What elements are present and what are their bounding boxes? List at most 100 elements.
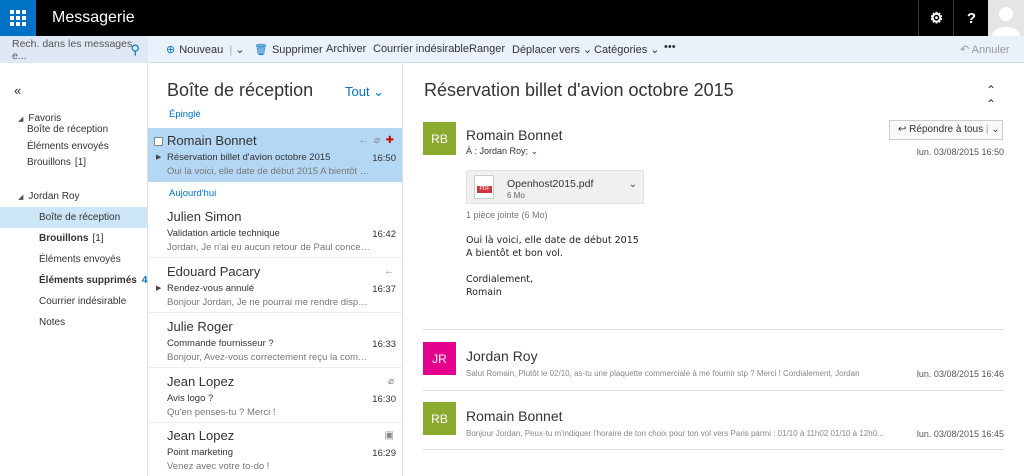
folder-drafts-label: Brouillons bbox=[39, 233, 89, 244]
list-title: Boîte de réception bbox=[167, 80, 314, 100]
avatar[interactable] bbox=[988, 0, 1024, 36]
message-item[interactable]: Romain Bonnet ← ⌀ ✚ ▶ Réservation billet… bbox=[148, 128, 402, 182]
pdf-file-icon: PDF bbox=[474, 175, 494, 199]
sender-name[interactable]: Jordan Roy bbox=[466, 348, 538, 364]
message-preview: Bonjour Jordan, Je ne pourrai me rendre … bbox=[167, 297, 372, 308]
message-preview: Bonjour, Avez-vous correctement reçu la … bbox=[167, 352, 372, 363]
plus-circle-icon: ⊕ bbox=[166, 44, 176, 56]
recipient-name[interactable]: Jordan Roy; bbox=[480, 146, 529, 156]
search-icon[interactable]: ⚲ bbox=[130, 42, 140, 58]
help-icon: ? bbox=[966, 9, 977, 27]
help-button[interactable]: ? bbox=[953, 0, 989, 36]
conversation-title: Réservation billet d'avion octobre 2015 bbox=[424, 80, 734, 100]
move-to-button[interactable]: Déplacer vers ⌄ bbox=[512, 43, 592, 56]
chevron-down-icon[interactable]: ⌄ bbox=[235, 44, 244, 56]
sender-name[interactable]: Romain Bonnet bbox=[466, 408, 563, 424]
folder-deleted[interactable]: Éléments supprimés 4 bbox=[0, 271, 147, 291]
chevron-down-icon: ⌄ bbox=[650, 44, 660, 56]
body-line: Oui là voici, elle date de début 2015 bbox=[466, 235, 639, 246]
app-title: Messagerie bbox=[52, 9, 135, 26]
group-pinned: Épinglé bbox=[169, 109, 201, 120]
chevron-down-icon[interactable]: ⌄ bbox=[629, 179, 637, 190]
message-time: 16:29 bbox=[372, 448, 396, 459]
delete-label: Supprimer bbox=[271, 44, 323, 56]
settings-button[interactable]: ⚙ bbox=[918, 0, 954, 36]
paperclip-icon: ⌀ bbox=[374, 135, 381, 146]
expand-caret-icon[interactable]: ▶ bbox=[156, 284, 161, 292]
select-checkbox[interactable] bbox=[154, 137, 163, 146]
command-bar: Rech. dans les messages e... ⚲ ⊕ Nouveau … bbox=[0, 36, 1024, 63]
attachment-card[interactable]: PDF Openhost2015.pdf 6 Mo ⌄ bbox=[466, 170, 644, 204]
reply-all-icon: ↩ bbox=[898, 124, 907, 135]
expand-recipients-icon[interactable]: ⌄ bbox=[531, 146, 539, 156]
folder-inbox[interactable]: Boîte de réception bbox=[0, 207, 147, 228]
message-item[interactable]: Jean Lopez ▣ Point marketing 16:29 Venez… bbox=[148, 423, 402, 476]
folder-deleted-label: Éléments supprimés bbox=[39, 275, 137, 286]
move-label: Déplacer vers bbox=[512, 44, 580, 56]
filter-dropdown[interactable]: Tout ⌄ bbox=[345, 84, 384, 100]
fav-drafts-label: Brouillons bbox=[27, 157, 71, 168]
folder-notes[interactable]: Notes bbox=[0, 313, 147, 333]
junk-button[interactable]: Courrier indésirable bbox=[373, 43, 469, 55]
message-preview: Oui là voici, elle date de début 2015 A … bbox=[167, 166, 372, 177]
message-snippet[interactable]: Salut Romain, Plutôt le 02/10, as-tu une… bbox=[466, 369, 921, 378]
collapse-pane-icon[interactable]: « bbox=[14, 83, 21, 98]
folder-sent[interactable]: Éléments envoyés bbox=[0, 250, 147, 270]
message-list: Boîte de réception Tout ⌄ Épinglé Romain… bbox=[148, 63, 403, 476]
chevron-down-icon: ⌄ bbox=[582, 44, 593, 56]
attachment-size: 6 Mo bbox=[507, 191, 525, 200]
reply-all-label: Répondre à tous bbox=[909, 124, 984, 135]
delete-button[interactable]: 🗑 Supprimer bbox=[254, 43, 323, 56]
new-button[interactable]: ⊕ Nouveau | ⌄ bbox=[166, 43, 244, 56]
expand-triangle-icon: ◢ bbox=[18, 194, 24, 201]
account-label: Jordan Roy bbox=[28, 191, 80, 202]
to-label: À : bbox=[466, 146, 478, 156]
message-subject: Avis logo ? bbox=[167, 393, 214, 404]
message-item[interactable]: Jean Lopez ⌀ Avis logo ? 16:30 Qu'en pen… bbox=[148, 369, 402, 423]
folder-pane: « ◢ Favoris Boîte de réception Éléments e… bbox=[0, 63, 148, 476]
message-item[interactable]: Julien Simon Validation article techniqu… bbox=[148, 204, 402, 258]
reading-pane: Réservation billet d'avion octobre 2015 … bbox=[403, 63, 1024, 476]
account-header[interactable]: ◢ Jordan Roy bbox=[0, 187, 147, 207]
message-item[interactable]: Julie Roger Commande fournisseur ? 16:33… bbox=[148, 314, 402, 368]
message-subject: Point marketing bbox=[167, 447, 234, 458]
fav-drafts[interactable]: Brouillons [1] bbox=[0, 153, 147, 173]
message-time: 16:37 bbox=[372, 284, 396, 295]
message-subject: Réservation billet d'avion octobre 2015 bbox=[167, 152, 331, 163]
recipients: À : Jordan Roy; ⌄ bbox=[466, 146, 538, 157]
folder-drafts-count: [1] bbox=[92, 233, 104, 244]
message-preview: Qu'en penses-tu ? Merci ! bbox=[167, 407, 276, 418]
message-time: 16:42 bbox=[372, 229, 396, 240]
folder-drafts[interactable]: Brouillons [1] bbox=[0, 229, 147, 249]
search-input[interactable]: Rech. dans les messages e... ⚲ bbox=[0, 36, 148, 63]
fav-drafts-count: [1] bbox=[74, 157, 87, 168]
sender-initials-tile: RB bbox=[423, 122, 456, 155]
gear-icon: ⚙ bbox=[929, 10, 944, 27]
categories-label: Catégories bbox=[594, 44, 648, 56]
app-launcher-button[interactable] bbox=[0, 0, 36, 36]
reply-all-button[interactable]: ↩ Répondre à tous | ⌄ bbox=[889, 120, 1003, 140]
folder-junk[interactable]: Courrier indésirable bbox=[0, 292, 147, 312]
message-snippet[interactable]: Bonjour Jordan, Peux-tu m'indiquer l'hor… bbox=[466, 429, 921, 438]
more-button[interactable]: ••• bbox=[664, 41, 676, 53]
collapse-all-icon[interactable]: ⌃ ⌃ bbox=[986, 83, 996, 111]
sender-name[interactable]: Romain Bonnet bbox=[466, 127, 563, 143]
message-time: 16:50 bbox=[372, 153, 396, 164]
undo-button[interactable]: ↶ Annuler bbox=[960, 43, 1010, 56]
message-sender: Julie Roger bbox=[167, 319, 233, 334]
sweep-button[interactable]: Ranger bbox=[469, 43, 505, 55]
categories-button[interactable]: Catégories ⌄ bbox=[594, 43, 659, 56]
user-silhouette-icon bbox=[992, 7, 1020, 36]
divider bbox=[423, 390, 1004, 391]
reply-arrow-icon[interactable]: ← bbox=[358, 135, 368, 146]
new-label: Nouveau bbox=[179, 44, 224, 56]
folder-deleted-count: 4 bbox=[141, 275, 148, 286]
pin-icon[interactable]: ✚ bbox=[386, 135, 394, 146]
expand-caret-icon[interactable]: ▶ bbox=[156, 153, 161, 161]
message-item[interactable]: Edouard Pacary ← ▶ Rendez-vous annulé 16… bbox=[148, 259, 402, 313]
message-time: 16:30 bbox=[372, 394, 396, 405]
divider bbox=[423, 449, 1004, 450]
archive-button[interactable]: Archiver bbox=[326, 43, 366, 55]
chevron-down-icon[interactable]: ⌄ bbox=[991, 124, 999, 135]
attachment-count: 1 pièce jointe (6 Mo) bbox=[466, 210, 548, 220]
